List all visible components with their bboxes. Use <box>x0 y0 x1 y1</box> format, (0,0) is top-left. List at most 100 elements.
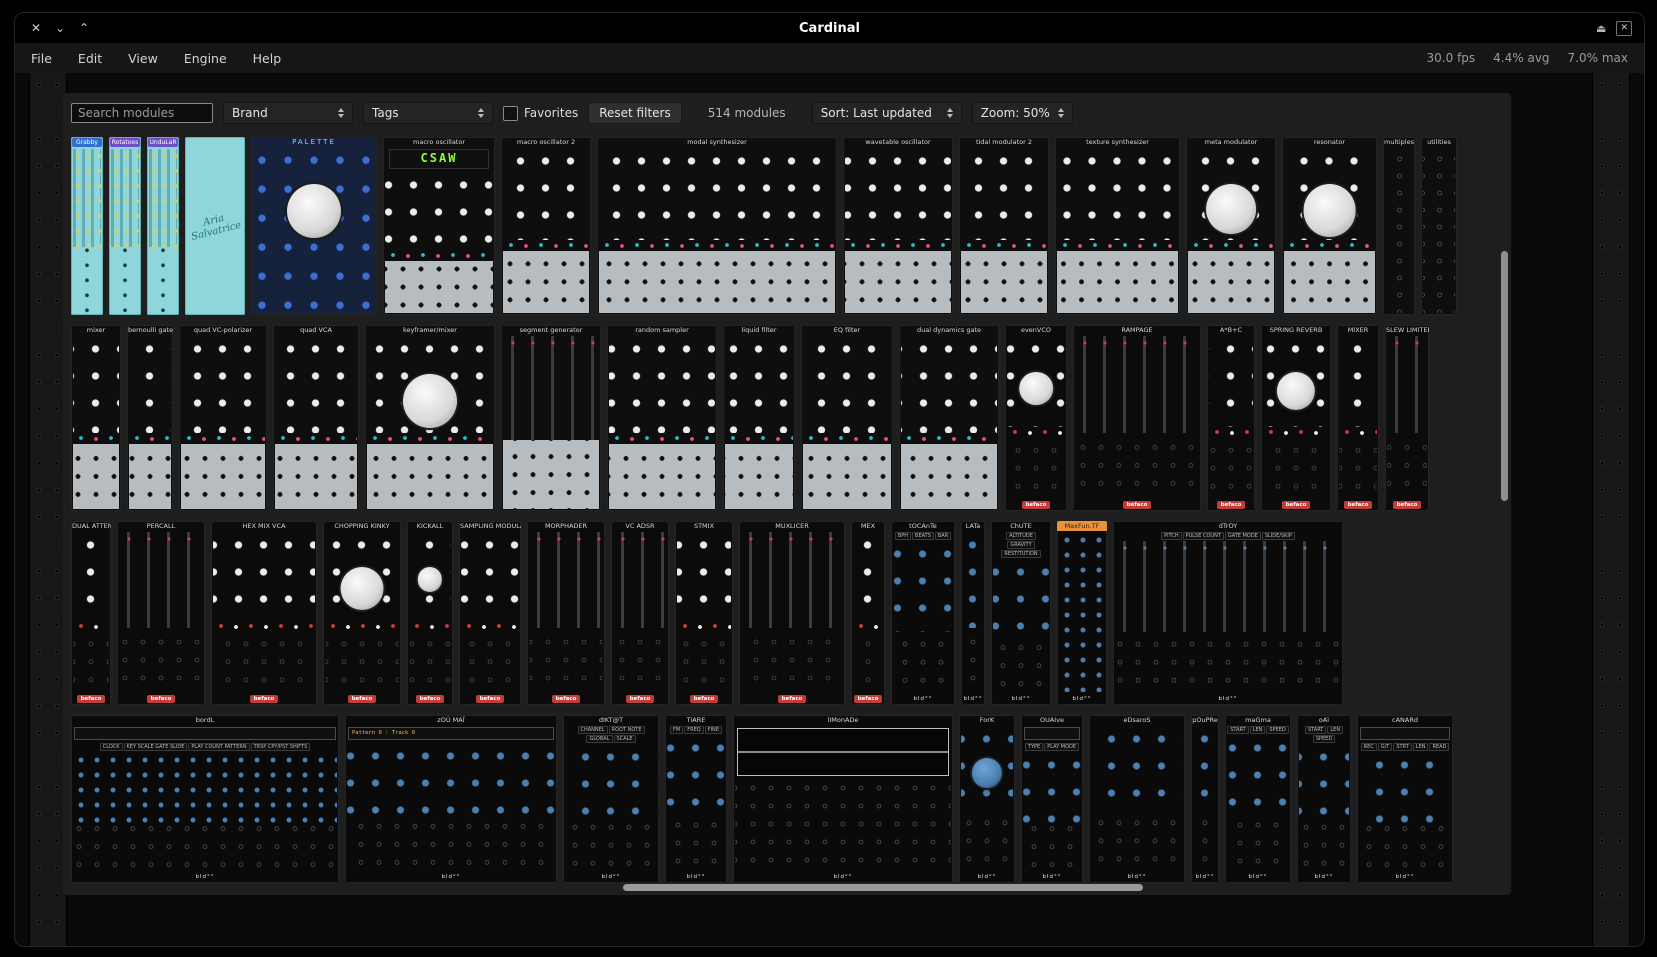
panel-knobs <box>1209 336 1253 427</box>
module-macro-oscillator-2[interactable]: macro oscillator 2 <box>501 137 591 315</box>
panel-ports <box>993 639 1049 692</box>
module-limonade[interactable]: lIMonADebId°° <box>733 715 953 883</box>
module-zo-ma[interactable]: zOÙ MAÏPattern 0 : Track 0bId°° <box>345 715 557 883</box>
zoom-dropdown[interactable]: Zoom: 50% <box>972 102 1073 124</box>
brand-dropdown[interactable]: Brand <box>223 102 353 124</box>
module-dual-attenuverter[interactable]: DUAL ATTENUVERTERbefaco <box>71 521 111 705</box>
module-bordl[interactable]: bordLCLOCKKEY SCALE GATE SLIDEPLAY COUNT… <box>71 715 339 883</box>
panel-acc <box>503 240 589 251</box>
module-rotatoes[interactable]: Rotatoes <box>109 137 141 315</box>
module-rampage[interactable]: RAMPAGEbefaco <box>1073 325 1201 511</box>
brand-logo-befaco: befaco <box>854 695 883 703</box>
module-meta-modulator[interactable]: meta modulator <box>1186 137 1276 315</box>
menu-item-help[interactable]: Help <box>253 51 282 66</box>
module-mixer[interactable]: MIXERbefaco <box>1337 325 1379 511</box>
module-magma[interactable]: maGmaSTARTLENSPEEDbId°° <box>1225 715 1291 883</box>
brand-logo-bidoo: bId°° <box>833 873 852 881</box>
module-resonator[interactable]: resonator <box>1282 137 1377 315</box>
module-palette[interactable]: PALETTE <box>251 137 377 315</box>
module-quad-vc-polarizer[interactable]: quad VC-polarizer <box>179 325 267 511</box>
module-macro-oscillator[interactable]: macro oscillatorCSAW <box>383 137 495 315</box>
module-tiare[interactable]: TiAREFMFREQFINEbId°° <box>665 715 727 883</box>
module-keyframer-mixer[interactable]: keyframer/mixer <box>365 325 495 511</box>
eject-icon[interactable]: ⏏ <box>1596 22 1606 35</box>
module-liquid-filter[interactable]: liquid filter <box>723 325 795 511</box>
panel-knobs <box>993 559 1049 639</box>
module-aria-blank[interactable]: Aria Salvatrice <box>185 137 245 315</box>
module-segment-generator[interactable]: segment generator <box>501 325 601 511</box>
menubar: FileEditViewEngineHelp 30.0 fps4.4% avg7… <box>15 43 1644 73</box>
menu-item-view[interactable]: View <box>128 51 158 66</box>
module-quad-vca[interactable]: quad VCA <box>273 325 359 511</box>
filter-bar: Brand Tags Favorites Reset filters 514 m… <box>69 101 1505 125</box>
module-hex-mix-vca[interactable]: HEX MIX VCAbefaco <box>211 521 317 705</box>
module-slew-limiter[interactable]: SLEW LIMITERbefaco <box>1385 325 1429 511</box>
expand-button[interactable]: ⌃ <box>79 21 89 35</box>
module-percall[interactable]: PERCALLbefaco <box>117 521 205 705</box>
module-oa[interactable]: oAïSTARTLENSPEEDbId°° <box>1297 715 1351 883</box>
module-title: resonator <box>1282 137 1377 147</box>
module-vc-adsr[interactable]: VC ADSRbefaco <box>611 521 669 705</box>
module-bernoulli-gate[interactable]: bernoulli gate <box>127 325 173 511</box>
module-canard[interactable]: cANARdRECG/TSTRTLENREADbId°° <box>1357 715 1453 883</box>
menu-item-engine[interactable]: Engine <box>184 51 227 66</box>
module-kickall[interactable]: KICKALLbefaco <box>407 521 453 705</box>
module-maxfun-tf[interactable]: MaxFun.TFbId°° <box>1057 521 1107 705</box>
module-graphics <box>609 336 715 509</box>
search-input[interactable] <box>71 103 213 123</box>
module-title: bernoulli gate <box>127 325 173 335</box>
module-lata[interactable]: LATabId°° <box>961 521 985 705</box>
module-wavetable-oscillator[interactable]: wavetable oscillator <box>843 137 953 315</box>
sort-dropdown[interactable]: Sort: Last updated <box>812 102 962 124</box>
panel-acc <box>901 433 997 444</box>
module-muxlicer[interactable]: MUXLICERbefaco <box>739 521 845 705</box>
module-random-sampler[interactable]: random sampler <box>607 325 717 511</box>
panel-ports <box>1115 632 1341 692</box>
panel-ports <box>119 628 203 692</box>
tags-dropdown[interactable]: Tags <box>363 102 493 124</box>
panel-acc <box>677 621 731 632</box>
module-poupre[interactable]: pOuPRebId°° <box>1191 715 1219 883</box>
vertical-scrollbar[interactable] <box>1501 251 1508 501</box>
reset-filters-button[interactable]: Reset filters <box>588 102 682 124</box>
brand-logo-befaco: befaco <box>416 695 445 703</box>
module-dual-dynamics-gate[interactable]: dual dynamics gate <box>899 325 999 511</box>
favorites-checkbox[interactable] <box>503 106 518 121</box>
panel-acc <box>845 240 951 251</box>
module-modal-synthesizer[interactable]: modal synthesizer <box>597 137 837 315</box>
module-a-b-c[interactable]: A*B+Cbefaco <box>1207 325 1255 511</box>
module-dtroy[interactable]: dTrOYPITCHPULSE COUNTGATE MODESLIDE/SKIP… <box>1113 521 1343 705</box>
module-multiples[interactable]: multiples <box>1383 137 1415 315</box>
module-utilities[interactable]: utilities <box>1421 137 1457 315</box>
zoom-dropdown-label: Zoom: 50% <box>981 106 1050 120</box>
module-ouaive[interactable]: OUAIveTYPEPLAY MODEbId°° <box>1021 715 1083 883</box>
module-tidal-modulator-2[interactable]: tidal modulator 2 <box>959 137 1049 315</box>
menu-item-edit[interactable]: Edit <box>78 51 102 66</box>
module-edsaros[interactable]: eDsaroSbId°° <box>1089 715 1185 883</box>
module-tocante[interactable]: tOCAnTeBPHBEATSBARbId°° <box>891 521 955 705</box>
module-eq-filter[interactable]: EQ filter <box>801 325 893 511</box>
module-mex[interactable]: MEXbefaco <box>851 521 885 705</box>
close-button[interactable]: ✕ <box>31 21 41 35</box>
x-window-icon[interactable]: ✕ <box>1616 21 1632 36</box>
collapse-button[interactable]: ⌄ <box>55 21 65 35</box>
horizontal-scrollbar[interactable] <box>623 884 1143 891</box>
module-fork[interactable]: ForKbId°° <box>959 715 1015 883</box>
menu-item-file[interactable]: File <box>31 51 52 66</box>
module-graphics <box>1385 148 1413 313</box>
module-texture-synthesizer[interactable]: texture synthesizer <box>1055 137 1180 315</box>
module-display <box>74 727 336 740</box>
module-undular[interactable]: UnduLaR <box>147 137 179 315</box>
module-evenvco[interactable]: evenVCObefaco <box>1005 325 1067 511</box>
module-sampling-modulator[interactable]: SAMPLING MODULATORbefaco <box>459 521 521 705</box>
module-chute[interactable]: ChUTEALTITUDEGRAVITYRESTITUTIONbId°° <box>991 521 1051 705</box>
module-spring-reverb[interactable]: SPRING REVERBbefaco <box>1261 325 1331 511</box>
module-mixer[interactable]: mixer <box>71 325 121 511</box>
module-dikt-t[interactable]: dIKT@TCHANNELROOT NOTEGLOBALSCALEbId°° <box>563 715 659 883</box>
panel-acc <box>599 240 835 251</box>
module-stmix[interactable]: STMIXbefaco <box>675 521 733 705</box>
module-morphader[interactable]: MORPHADERbefaco <box>527 521 605 705</box>
module-grabby[interactable]: Grabby <box>71 137 103 315</box>
module-chopping-kinky[interactable]: CHOPPING KINKYbefaco <box>323 521 401 705</box>
module-graphics <box>1007 336 1065 498</box>
